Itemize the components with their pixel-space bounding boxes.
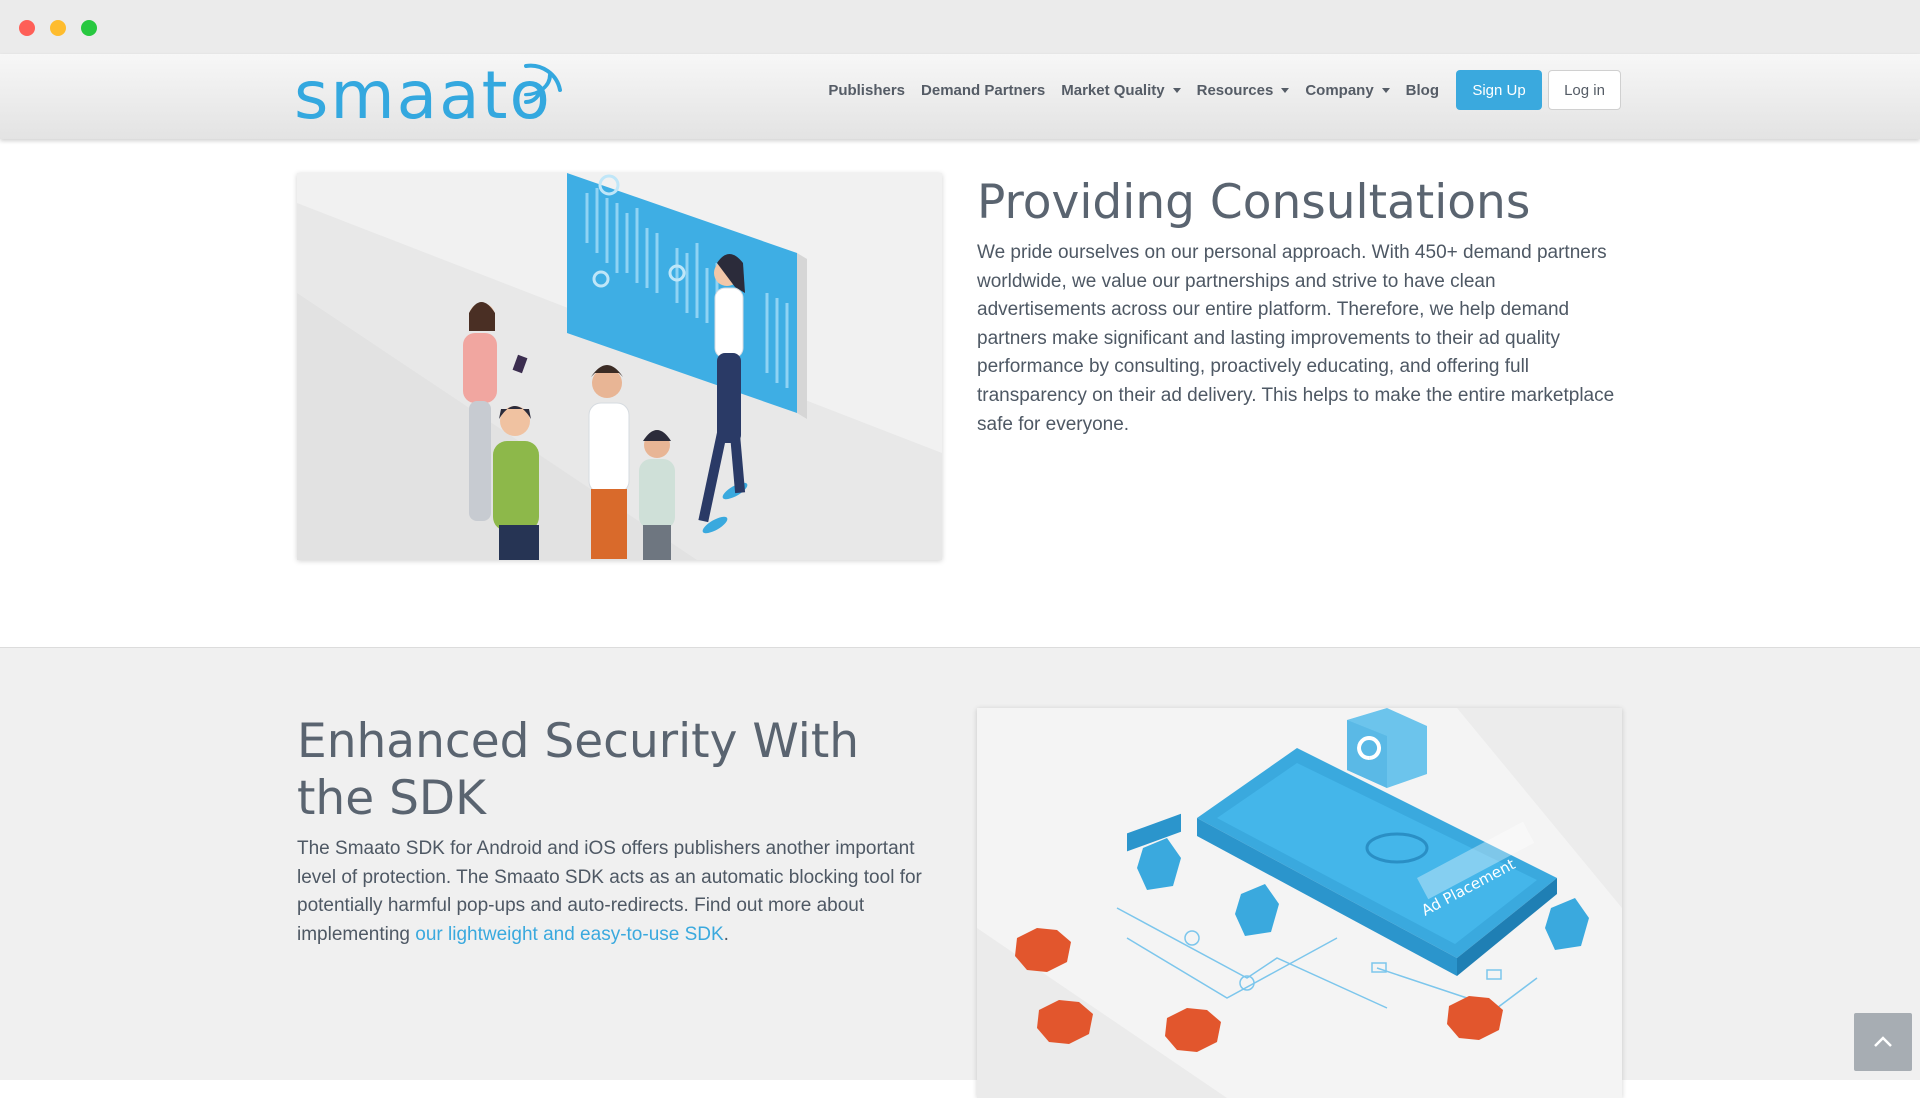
chevron-up-icon [1874,1036,1892,1047]
security-body: The Smaato SDK for Android and iOS offer… [297,835,927,949]
sdk-link[interactable]: our lightweight and easy-to-use SDK [415,924,723,945]
security-body-end: . [723,923,729,945]
consultations-title: Providing Consultations [977,175,1531,230]
consultation-illustration [297,173,942,560]
nav-resources[interactable]: Resources [1197,82,1290,99]
nav-market-quality[interactable]: Market Quality [1061,82,1181,99]
sdk-illustration: Ad Placement [977,708,1622,1098]
consultations-section: Providing Consultations We pride ourselv… [0,139,1920,647]
nav-publishers[interactable]: Publishers [828,82,905,99]
login-button[interactable]: Log in [1548,70,1621,110]
caret-down-icon [1172,87,1181,93]
logo-wordmark: smaato [294,57,552,134]
nav-demand-partners[interactable]: Demand Partners [921,82,1045,99]
main-nav: Publishers Demand Partners Market Qualit… [812,70,1621,110]
security-section: Enhanced Security With the SDK The Smaat… [0,647,1920,1098]
sdk-scene: Ad Placement [977,708,1622,1098]
caret-down-icon [1381,87,1390,93]
close-window-button[interactable] [19,20,35,36]
window-titlebar [0,0,1920,54]
nav-blog[interactable]: Blog [1406,82,1439,99]
site-header: smaato Publishers Demand Partners Market… [0,54,1920,139]
smaato-logo[interactable]: smaato [294,57,562,134]
caret-down-icon [1281,87,1290,93]
back-to-top-button[interactable] [1854,1013,1912,1071]
consultations-body: We pride ourselves on our personal appro… [977,242,1615,435]
security-title: Enhanced Security With the SDK [297,714,860,826]
consultation-scene [297,173,942,560]
minimize-window-button[interactable] [50,20,66,36]
signup-button[interactable]: Sign Up [1456,70,1542,110]
nav-company[interactable]: Company [1305,82,1390,99]
maximize-window-button[interactable] [81,20,97,36]
smaato-signal-icon [524,63,562,104]
